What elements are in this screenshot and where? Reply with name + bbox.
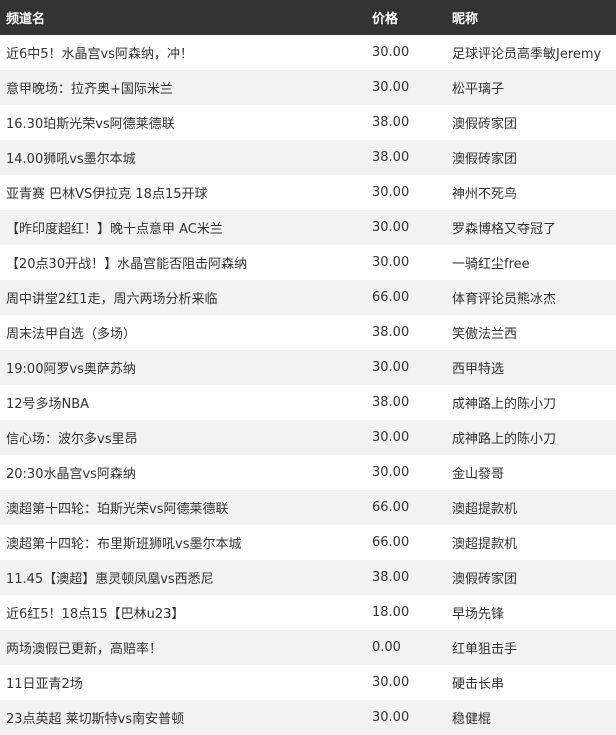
header-price[interactable]: 价格 [372, 8, 452, 27]
price-cell: 30.00 [372, 80, 410, 95]
channel-name-cell[interactable]: 两场澳假已更新，高赔率！ [0, 638, 372, 657]
price-cell: 38.00 [372, 570, 410, 585]
table-row[interactable]: 近6中5！水晶宫vs阿森纳，冲！ 30.00 足球评论员高季敏Jeremy [0, 35, 616, 70]
table-row[interactable]: 12号多场NBA 38.00 成神路上的陈小刀 [0, 385, 616, 420]
channel-name-cell[interactable]: 12号多场NBA [0, 393, 372, 412]
price-cell: 66.00 [372, 535, 410, 550]
channel-name-cell[interactable]: 19:00阿罗vs奥萨苏纳 [0, 358, 372, 377]
price-cell: 30.00 [372, 710, 410, 725]
channel-name-cell[interactable]: 16.30珀斯光荣vs阿德莱德联 [0, 113, 372, 132]
channel-name-cell[interactable]: 11.45【澳超】惠灵顿凤凰vs西悉尼 [0, 568, 372, 587]
channel-name-cell[interactable]: 周末法甲自选（多场） [0, 323, 372, 342]
price-cell: 30.00 [372, 465, 410, 480]
price-cell: 0.00 [372, 640, 401, 655]
nickname-cell[interactable]: 澳超提款机 [452, 533, 616, 552]
table-row[interactable]: 两场澳假已更新，高赔率！ 0.00 红单狙击手 [0, 630, 616, 665]
nickname-cell[interactable]: 澳假砖家团 [452, 568, 616, 587]
price-cell: 30.00 [372, 430, 410, 445]
nickname-cell[interactable]: 成神路上的陈小刀 [452, 428, 616, 447]
channel-name-cell[interactable]: 11日亚青2场 [0, 673, 372, 692]
channel-name-cell[interactable]: 20:30水晶宫vs阿森纳 [0, 463, 372, 482]
price-cell: 30.00 [372, 185, 410, 200]
nickname-cell[interactable]: 早场先锋 [452, 603, 616, 622]
price-cell: 38.00 [372, 395, 410, 410]
price-cell: 30.00 [372, 45, 410, 60]
table-row[interactable]: 亚青赛 巴林VS伊拉克 18点15开球 30.00 神州不死鸟 [0, 175, 616, 210]
price-cell: 30.00 [372, 255, 410, 270]
table-row[interactable]: 【昨印度超红！】晚十点意甲 AC米兰 30.00 罗森博格又夺冠了 [0, 210, 616, 245]
nickname-cell[interactable]: 成神路上的陈小刀 [452, 393, 616, 412]
price-cell: 30.00 [372, 675, 410, 690]
table-row[interactable]: 信心场：波尔多vs里昂 30.00 成神路上的陈小刀 [0, 420, 616, 455]
channel-name-cell[interactable]: 澳超第十四轮：布里斯班狮吼vs墨尔本城 [0, 533, 372, 552]
price-cell: 38.00 [372, 325, 410, 340]
nickname-cell[interactable]: 稳健棍 [452, 708, 616, 727]
channel-name-cell[interactable]: 【20点30开战！】水晶宫能否阻击阿森纳 [0, 253, 372, 272]
channel-name-cell[interactable]: 意甲晚场：拉齐奥+国际米兰 [0, 78, 372, 97]
nickname-cell[interactable]: 硬击长串 [452, 673, 616, 692]
table-row[interactable]: 意甲晚场：拉齐奥+国际米兰 30.00 松平璃子 [0, 70, 616, 105]
table-row[interactable]: 周中讲堂2红1走，周六两场分析来临 66.00 体育评论员熊冰杰 [0, 280, 616, 315]
table-row[interactable]: 14.00狮吼vs墨尔本城 38.00 澳假砖家团 [0, 140, 616, 175]
table-row[interactable]: 11.45【澳超】惠灵顿凤凰vs西悉尼 38.00 澳假砖家团 [0, 560, 616, 595]
nickname-cell[interactable]: 足球评论员高季敏Jeremy [452, 43, 616, 62]
channel-name-cell[interactable]: 近6中5！水晶宫vs阿森纳，冲！ [0, 43, 372, 62]
table-row[interactable]: 澳超第十四轮：布里斯班狮吼vs墨尔本城 66.00 澳超提款机 [0, 525, 616, 560]
price-cell: 30.00 [372, 360, 410, 375]
table-row[interactable]: 11日亚青2场 30.00 硬击长串 [0, 665, 616, 700]
channel-name-cell[interactable]: 澳超第十四轮：珀斯光荣vs阿德莱德联 [0, 498, 372, 517]
nickname-cell[interactable]: 红单狙击手 [452, 638, 616, 657]
price-cell: 66.00 [372, 500, 410, 515]
channel-name-cell[interactable]: 亚青赛 巴林VS伊拉克 18点15开球 [0, 183, 372, 202]
nickname-cell[interactable]: 笑傲法兰西 [452, 323, 616, 342]
nickname-cell[interactable]: 神州不死鸟 [452, 183, 616, 202]
nickname-cell[interactable]: 澳超提款机 [452, 498, 616, 517]
channel-name-cell[interactable]: 【昨印度超红！】晚十点意甲 AC米兰 [0, 218, 372, 237]
header-channel-name[interactable]: 频道名 [0, 8, 372, 27]
nickname-cell[interactable]: 体育评论员熊冰杰 [452, 288, 616, 307]
price-cell: 18.00 [372, 605, 410, 620]
channel-name-cell[interactable]: 近6红5！18点15【巴林u23】 [0, 603, 372, 622]
nickname-cell[interactable]: 罗森博格又夺冠了 [452, 218, 616, 237]
channel-name-cell[interactable]: 14.00狮吼vs墨尔本城 [0, 148, 372, 167]
price-cell: 38.00 [372, 115, 410, 130]
nickname-cell[interactable]: 松平璃子 [452, 78, 616, 97]
table-body: 近6中5！水晶宫vs阿森纳，冲！ 30.00 足球评论员高季敏Jeremy 意甲晚场：… [0, 35, 616, 735]
nickname-cell[interactable]: 澳假砖家团 [452, 113, 616, 132]
nickname-cell[interactable]: 金山發哥 [452, 463, 616, 482]
table-row[interactable]: 【20点30开战！】水晶宫能否阻击阿森纳 30.00 一骑红尘free [0, 245, 616, 280]
price-cell: 66.00 [372, 290, 410, 305]
table-row[interactable]: 16.30珀斯光荣vs阿德莱德联 38.00 澳假砖家团 [0, 105, 616, 140]
channel-name-cell[interactable]: 信心场：波尔多vs里昂 [0, 428, 372, 447]
table-row[interactable]: 近6红5！18点15【巴林u23】 18.00 早场先锋 [0, 595, 616, 630]
nickname-cell[interactable]: 西甲特选 [452, 358, 616, 377]
header-nickname[interactable]: 昵称 [452, 8, 616, 27]
table-row[interactable]: 周末法甲自选（多场） 38.00 笑傲法兰西 [0, 315, 616, 350]
channel-table: 频道名 价格 昵称 近6中5！水晶宫vs阿森纳，冲！ 30.00 足球评论员高季敏J… [0, 0, 616, 735]
table-row[interactable]: 23点英超 莱切斯特vs南安普顿 30.00 稳健棍 [0, 700, 616, 735]
nickname-cell[interactable]: 澳假砖家团 [452, 148, 616, 167]
price-cell: 38.00 [372, 150, 410, 165]
table-row[interactable]: 20:30水晶宫vs阿森纳 30.00 金山發哥 [0, 455, 616, 490]
table-header: 频道名 价格 昵称 [0, 0, 616, 35]
channel-name-cell[interactable]: 周中讲堂2红1走，周六两场分析来临 [0, 288, 372, 307]
channel-name-cell[interactable]: 23点英超 莱切斯特vs南安普顿 [0, 708, 372, 727]
price-cell: 30.00 [372, 220, 410, 235]
nickname-cell[interactable]: 一骑红尘free [452, 253, 616, 272]
table-row[interactable]: 19:00阿罗vs奥萨苏纳 30.00 西甲特选 [0, 350, 616, 385]
table-row[interactable]: 澳超第十四轮：珀斯光荣vs阿德莱德联 66.00 澳超提款机 [0, 490, 616, 525]
